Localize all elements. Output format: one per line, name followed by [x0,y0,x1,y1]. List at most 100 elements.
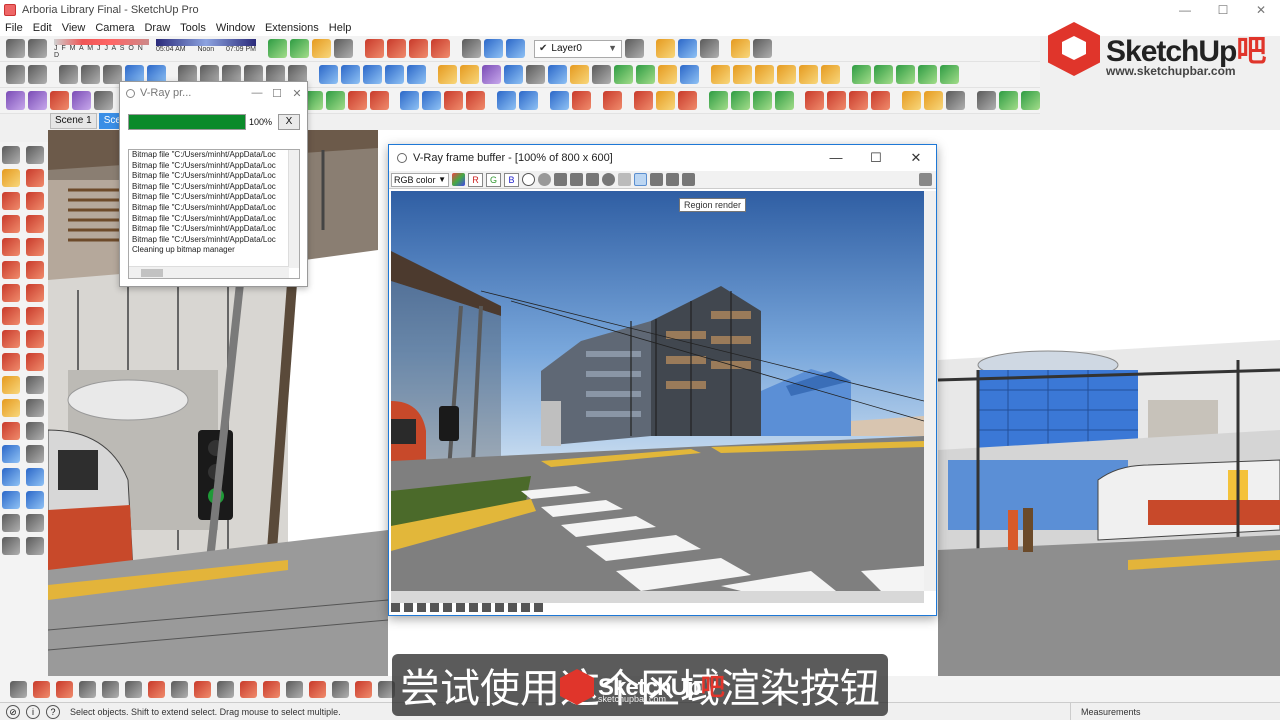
warehouse-icon[interactable] [365,39,384,58]
paint-bucket-icon[interactable] [2,169,20,187]
shadow-month-slider[interactable]: J F M A M J J A S O N D [54,38,149,59]
move-tool-icon[interactable] [2,307,20,325]
eraser-tool-icon[interactable] [26,169,44,187]
vray-frame-buffer-icon[interactable] [680,65,699,84]
share-model-icon[interactable] [387,39,406,58]
cubes-icon[interactable] [774,91,794,110]
menu-tools[interactable]: Tools [175,20,211,36]
diamond-icon[interactable] [708,91,728,110]
curve-dots-icon[interactable] [33,680,50,698]
magic-icon[interactable] [194,680,211,698]
xray-style-icon[interactable] [678,39,697,58]
text-tool-icon[interactable] [26,399,44,417]
move-split-icon[interactable] [466,91,486,110]
zoom-extents-icon[interactable] [2,491,20,509]
photo-texture-icon[interactable] [334,39,353,58]
vray-material-icon[interactable] [438,65,457,84]
menu-edit[interactable]: Edit [28,20,57,36]
credits-icon[interactable]: i [26,704,40,719]
magnet-icon[interactable] [999,91,1018,110]
orbit-icon[interactable] [6,39,25,58]
render-last-icon[interactable] [650,173,663,186]
vray-progress-maximize-button[interactable]: ☐ [267,87,287,100]
position-camera-icon[interactable] [2,514,20,532]
vray-sphere-icon[interactable] [592,65,611,84]
pie-tool-icon[interactable] [26,284,44,302]
make-component-icon[interactable] [26,146,44,164]
select-arrow-icon[interactable] [2,146,20,164]
layer-dropdown[interactable]: ✔ Layer0 ▼ [534,39,622,58]
bend-icon[interactable] [572,91,592,110]
push-pull-icon[interactable] [26,307,44,325]
shrub-icon[interactable] [918,65,937,84]
pan-tool-icon[interactable] [26,445,44,463]
vray-light-icon[interactable] [658,65,677,84]
vray-render-icon[interactable] [482,65,501,84]
help-icon[interactable]: ? [46,704,60,719]
spot-light-icon[interactable] [733,65,752,84]
extension-manager-icon[interactable] [431,39,450,58]
log-horizontal-scrollbar[interactable] [129,266,289,278]
vray-fur-icon[interactable] [636,65,655,84]
red-mark-icon[interactable] [521,602,530,612]
shape-icon[interactable] [1021,91,1040,110]
plant-pot-icon[interactable] [655,91,675,110]
frame-buffer-close-button[interactable]: ✕ [896,150,936,166]
flip-icon[interactable] [497,91,517,110]
axes-icon[interactable] [462,39,481,58]
red-diamond-icon[interactable] [805,91,825,110]
corner-icon[interactable] [240,680,257,698]
green-channel-button[interactable]: G [486,172,501,187]
column-icon[interactable] [977,91,996,110]
menu-camera[interactable]: Camera [90,20,139,36]
fishbone-icon[interactable] [56,680,73,698]
subtract-icon[interactable] [363,65,382,84]
look-around-icon[interactable] [26,514,44,532]
ocio-icon[interactable] [508,602,517,612]
bezier-icon[interactable] [28,91,47,110]
protractor-icon[interactable] [2,399,20,417]
lens-effects-icon[interactable] [682,173,695,186]
zoom-window-icon[interactable] [26,468,44,486]
three-point-arc-icon[interactable] [2,284,20,302]
sphere-light-icon[interactable] [777,65,796,84]
red-diamond-filled-icon[interactable] [827,91,847,110]
stitch-icon[interactable] [125,680,142,698]
line-tool-icon[interactable] [2,192,20,210]
brush-icon[interactable] [148,680,165,698]
exposure-icon[interactable] [469,602,478,612]
pixel-info-icon[interactable] [430,602,439,612]
open-file-icon[interactable] [28,65,47,84]
push-icon[interactable] [422,91,442,110]
scene-tab-1[interactable]: Scene 1 [50,113,97,129]
layer-settings-icon[interactable] [625,39,644,58]
figure-icon[interactable] [312,39,331,58]
menu-extensions[interactable]: Extensions [260,20,324,36]
rotated-rectangle-icon[interactable] [26,215,44,233]
map-icon[interactable] [268,39,287,58]
vfb-settings-icon[interactable] [919,173,932,186]
spline-icon[interactable] [72,91,91,110]
layers-panel-icon[interactable] [731,39,750,58]
omni-light-icon[interactable] [711,65,730,84]
progress-cancel-button[interactable]: X [278,114,300,130]
region-render-icon[interactable] [634,173,647,186]
menu-window[interactable]: Window [211,20,260,36]
terrain-icon[interactable] [290,39,309,58]
scissors-icon[interactable] [79,680,96,698]
two-point-arc-icon[interactable] [26,261,44,279]
extrude-icon[interactable] [400,91,420,110]
rgb-channels-icon[interactable] [452,173,465,186]
split-icon[interactable] [407,65,426,84]
loop-icon[interactable] [347,91,367,110]
lasso-icon[interactable] [369,91,389,110]
follow-me-icon[interactable] [26,330,44,348]
section-display-icon[interactable] [506,39,525,58]
arc-tool-icon[interactable] [2,261,20,279]
tape-measure-icon[interactable] [2,376,20,394]
angle-icon[interactable] [263,680,280,698]
red-channel-button[interactable]: R [468,172,483,187]
history-icon[interactable] [391,602,400,612]
fold-icon[interactable] [519,91,539,110]
menu-view[interactable]: View [57,20,91,36]
